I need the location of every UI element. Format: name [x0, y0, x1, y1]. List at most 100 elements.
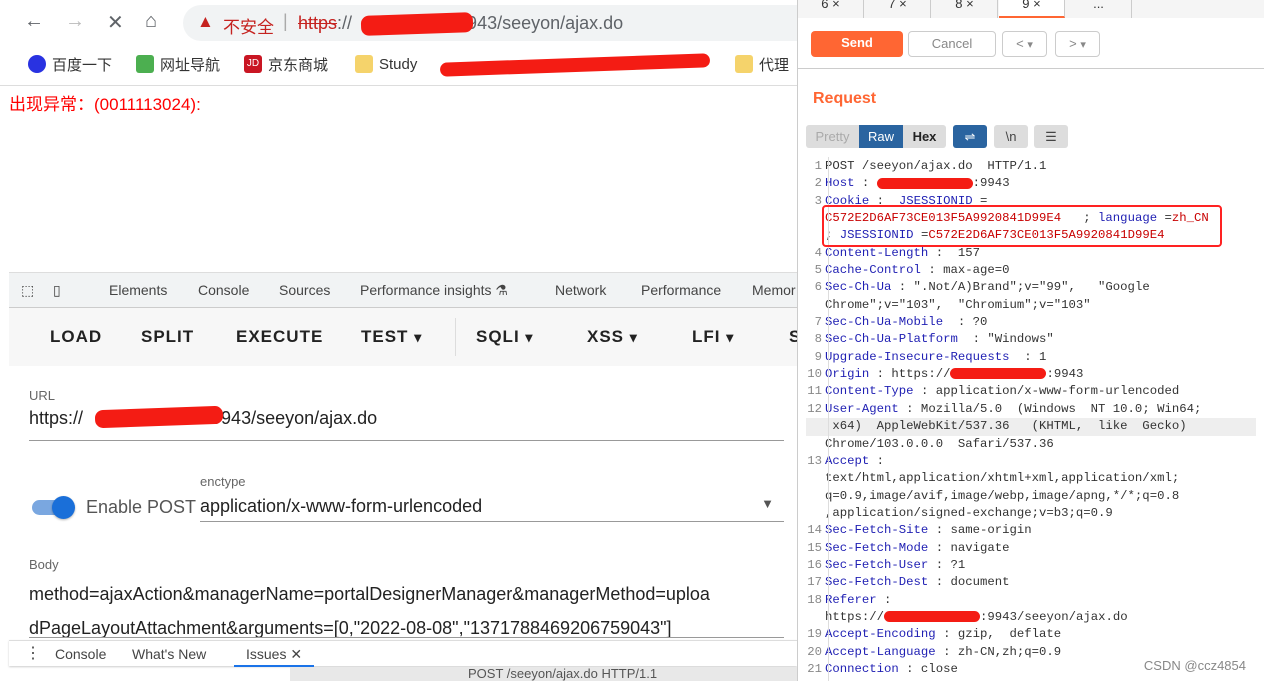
address-bar[interactable]: ▲ 不安全 | https://:9943/seeyon/ajax.do [183, 5, 797, 41]
folder-icon [355, 55, 373, 73]
body-textarea[interactable]: method=ajaxAction&managerName=portalDesi… [29, 577, 789, 645]
browser-window: ← → ✕ ⌂ ▲ 不安全 | https://:9943/seeyon/aja… [0, 0, 797, 681]
menu-icon[interactable]: ☰ [1034, 125, 1068, 148]
bookmark-study[interactable]: Study [355, 52, 417, 76]
tab-network[interactable]: Network [555, 282, 606, 298]
header-value: ,application/signed-exchange;v=b3;q=0.9 [825, 505, 1113, 520]
header-value: : same-origin [928, 523, 1032, 538]
xss-menu[interactable]: XSS ▾ [587, 327, 638, 347]
header-value: : 157 [928, 245, 980, 260]
request-line: Chrome/103.0.0.0 Safari/537.36 [806, 436, 1256, 453]
header-name: User-Agent [825, 401, 899, 416]
tab-sources[interactable]: Sources [279, 282, 330, 298]
line-number: 2 [814, 176, 822, 191]
enable-post-label: Enable POST [86, 497, 197, 517]
execute-button[interactable]: EXECUTE [236, 327, 323, 347]
header-value: :9943 [972, 176, 1010, 191]
header-name: Origin [825, 367, 870, 382]
repeater-tab[interactable]: 8 × [932, 0, 998, 18]
header-value: Chrome";v="103", "Chromium";v="103" [825, 297, 1091, 312]
cancel-button[interactable]: Cancel [908, 31, 996, 57]
enctype-select[interactable]: application/x-www-form-urlencoded ▼ [200, 496, 784, 522]
header-name: Sec-Fetch-Dest [825, 575, 929, 590]
request-line: 11 Content-Type : application/x-www-form-… [806, 383, 1256, 400]
devtools-tabbar: ⬚ ▯ Elements Console Sources Performance… [9, 272, 797, 308]
request-line: ,application/signed-exchange;v=b3;q=0.9 [806, 505, 1256, 522]
more-icon[interactable]: ⋮ [25, 643, 41, 663]
repeater-tab[interactable]: ... [1066, 0, 1132, 18]
line-number: 18 [807, 592, 822, 607]
request-line: 12 User-Agent : Mozilla/5.0 (Windows NT 1… [806, 401, 1256, 418]
toggle-knob [52, 496, 75, 519]
prev-label: < [1016, 36, 1024, 51]
menu-label: XSS [587, 327, 625, 346]
bookmark-2345[interactable]: 网址导航 [136, 52, 220, 76]
tab-elements[interactable]: Elements [109, 282, 167, 298]
header-name: Accept-Encoding [825, 627, 936, 642]
view-raw[interactable]: Raw [859, 125, 903, 148]
header-name: Sec-Fetch-Site [825, 523, 929, 538]
request-line: x64) AppleWebKit/537.36 (KHTML, like Gec… [806, 418, 1256, 436]
redaction [876, 177, 973, 189]
header-value: : close [898, 661, 958, 676]
drawer-tab-console[interactable]: Console [55, 646, 106, 662]
drawer-tab-issues[interactable]: Issues ✕ [234, 641, 315, 667]
url-path: :9943/seeyon/ajax.do [452, 13, 624, 33]
caret-icon: ▾ [1080, 39, 1086, 51]
header-name: Sec-Fetch-User [825, 557, 929, 572]
lfi-menu[interactable]: LFI ▾ [692, 327, 734, 347]
tab-console[interactable]: Console [198, 282, 249, 298]
tab-label: Performance insights [360, 282, 492, 298]
repeater-tab[interactable]: 6 × [798, 0, 864, 18]
baidu-icon [28, 55, 46, 73]
bookmark-jd[interactable]: JD 京东商城 [244, 52, 328, 76]
newline-icon[interactable]: \n [994, 125, 1028, 148]
enable-post-toggle[interactable] [32, 496, 75, 519]
line-number: 12 [807, 401, 822, 416]
bookmark-baidu[interactable]: 百度一下 [28, 52, 112, 76]
close-icon[interactable]: ✕ [290, 646, 302, 662]
header-value: :9943 [1046, 367, 1084, 382]
send-button[interactable]: Send [811, 31, 903, 57]
url-underline [29, 440, 784, 441]
header-name: Connection [825, 661, 899, 676]
devtools-drawer: ⋮ Console What's New Issues ✕ [9, 640, 797, 667]
request-title: Request [813, 90, 877, 107]
request-line: 8 Sec-Ch-Ua-Platform : "Windows" [806, 331, 1256, 348]
device-toggle-icon[interactable]: ▯ [53, 282, 61, 299]
more-menu[interactable]: S [789, 327, 797, 347]
header-name: Sec-Ch-Ua-Platform [825, 332, 958, 347]
request-line: 6 Sec-Ch-Ua : ".Not/A)Brand";v="99", "Goo… [806, 279, 1256, 296]
request-line: 19 Accept-Encoding : gzip, deflate [806, 626, 1256, 643]
forward-icon[interactable]: → [65, 10, 85, 33]
repeater-tab[interactable]: 7 × [865, 0, 931, 18]
drawer-tab-whats-new[interactable]: What's New [132, 646, 206, 662]
view-pretty[interactable]: Pretty [806, 125, 859, 148]
home-icon[interactable]: ⌂ [145, 10, 157, 33]
view-hex[interactable]: Hex [903, 125, 946, 148]
prev-button[interactable]: < ▾ [1002, 31, 1047, 57]
repeater-tab[interactable]: 9 × [999, 0, 1065, 18]
back-icon[interactable]: ← [24, 10, 44, 33]
bookmark-proxy[interactable]: 代理 [735, 52, 789, 76]
request-line: 14 Sec-Fetch-Site : same-origin [806, 522, 1256, 539]
tab-memory[interactable]: Memor [752, 282, 796, 298]
url-scheme: https [298, 13, 338, 33]
sqli-menu[interactable]: SQLI ▾ [476, 327, 534, 347]
request-line: 2 Host : :9943 [806, 175, 1256, 192]
header-name: Sec-Ch-Ua-Mobile [825, 315, 944, 330]
tab-performance-insights[interactable]: Performance insights ⚗ [360, 282, 508, 299]
test-menu[interactable]: TEST ▾ [361, 327, 422, 347]
header-value: POST /seeyon/ajax.do HTTP/1.1 [825, 159, 1047, 173]
header-value: : gzip, deflate [935, 627, 1062, 642]
load-button[interactable]: LOAD [50, 327, 102, 347]
menu-label: LFI [692, 327, 721, 346]
wrap-icon[interactable]: ⇌ [953, 125, 987, 148]
stop-icon[interactable]: ✕ [107, 10, 124, 35]
split-button[interactable]: SPLIT [141, 327, 194, 347]
header-name: Content-Type [825, 384, 914, 399]
inspect-icon[interactable]: ⬚ [21, 282, 34, 299]
tab-performance[interactable]: Performance [641, 282, 721, 298]
next-button[interactable]: > ▾ [1055, 31, 1100, 57]
enctype-label: enctype [200, 474, 246, 489]
